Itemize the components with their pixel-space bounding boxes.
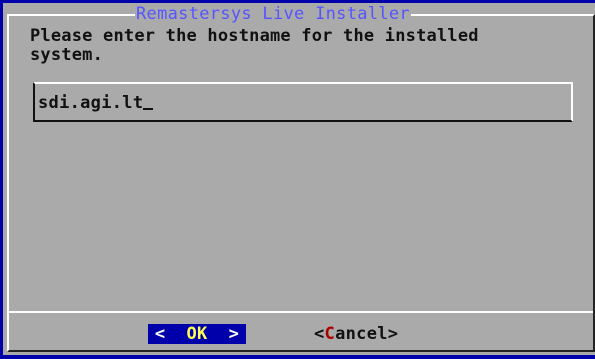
ok-button-label: OK — [186, 324, 208, 344]
text-cursor — [143, 108, 154, 110]
dialog-title: Remastersys Live Installer — [135, 4, 411, 24]
cancel-button-left-bracket: < — [314, 324, 325, 344]
hostname-input[interactable]: sdi.agi.lt — [33, 82, 573, 122]
cancel-button-label: ancel> — [335, 324, 399, 344]
hostname-value: sdi.agi.lt — [38, 93, 144, 113]
hostname-input-text[interactable]: sdi.agi.lt — [38, 93, 154, 113]
cancel-button[interactable]: <Cancel> — [314, 324, 412, 344]
cancel-button-hotkey: C — [324, 324, 336, 344]
ok-button-right-bracket: > — [207, 324, 240, 344]
hostname-prompt: Please enter the hostname for the instal… — [30, 26, 479, 65]
ok-button[interactable]: < OK > — [148, 324, 246, 344]
button-separator — [9, 311, 593, 313]
ok-button-left-bracket: < — [154, 324, 187, 344]
installer-dialog: Remastersys Live Installer Please enter … — [3, 3, 595, 355]
